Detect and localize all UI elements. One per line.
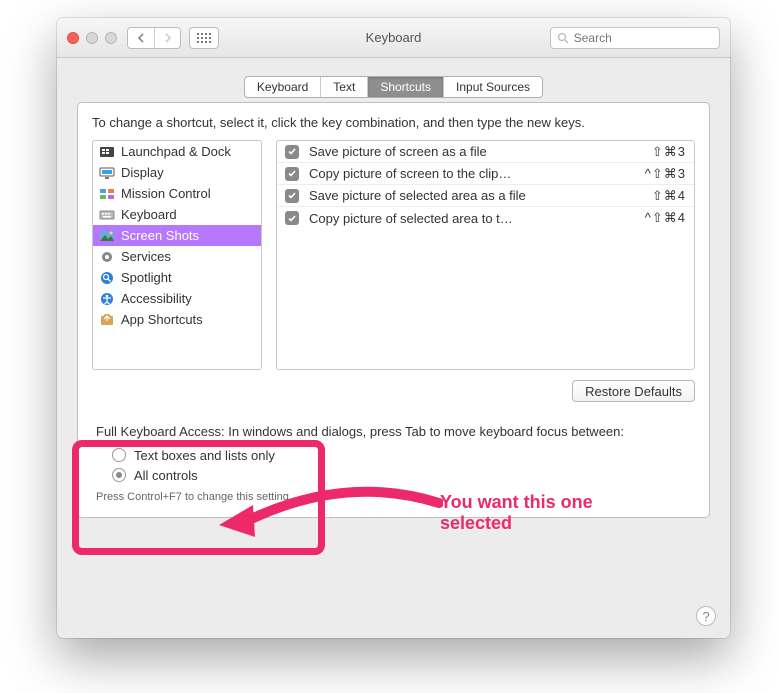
shortcut-row[interactable]: Copy picture of selected area to t… ^⇧⌘4 [277,207,694,229]
tab-input-sources[interactable]: Input Sources [443,77,542,97]
fka-hint: Press Control+F7 to change this setting. [96,491,691,503]
category-label: Mission Control [121,186,211,201]
shortcut-desc: Copy picture of selected area to t… [309,211,635,226]
shortcut-checkbox[interactable] [285,211,299,225]
tabs-wrap: Keyboard Text Shortcuts Input Sources [77,76,710,98]
shortcut-checkbox[interactable] [285,167,299,181]
launchpad-icon [99,145,115,159]
shortcuts-panel: To change a shortcut, select it, click t… [77,102,710,518]
category-mission-control[interactable]: Mission Control [93,183,261,204]
category-label: Spotlight [121,270,172,285]
search-icon [557,32,568,44]
category-screen-shots[interactable]: Screen Shots [93,225,261,246]
fka-header: Full Keyboard Access: In windows and dia… [96,424,691,439]
accessibility-icon [99,292,115,306]
category-list[interactable]: Launchpad & Dock Display Mission Control… [92,140,262,370]
tab-keyboard[interactable]: Keyboard [245,77,320,97]
shortcut-checkbox[interactable] [285,189,299,203]
intro-text: To change a shortcut, select it, click t… [92,115,695,130]
full-keyboard-access-section: Full Keyboard Access: In windows and dia… [92,424,695,503]
window-controls [67,32,117,44]
titlebar: Keyboard [57,18,730,58]
content-area: Keyboard Text Shortcuts Input Sources To… [57,58,730,528]
category-display[interactable]: Display [93,162,261,183]
shortcut-keys[interactable]: ⇧⌘4 [652,188,686,204]
radio-button-icon [112,448,126,462]
search-field-wrap [550,27,720,49]
shortcut-list[interactable]: Save picture of screen as a file ⇧⌘3 Cop… [276,140,695,370]
show-all-button[interactable] [189,27,219,49]
radio-label: Text boxes and lists only [134,448,275,463]
nav-back-button[interactable] [128,28,154,48]
fka-radio-all-controls[interactable]: All controls [112,465,691,485]
help-button[interactable]: ? [696,606,716,626]
category-label: Keyboard [121,207,177,222]
shortcut-desc: Copy picture of screen to the clip… [309,166,635,181]
tab-shortcuts[interactable]: Shortcuts [367,77,443,97]
category-label: Services [121,249,171,264]
radio-button-icon [112,468,126,482]
category-label: Launchpad & Dock [121,144,231,159]
shortcut-keys[interactable]: ^⇧⌘4 [645,210,686,226]
shortcut-desc: Save picture of selected area as a file [309,188,642,203]
fka-radio-group: Text boxes and lists only All controls [96,445,691,485]
shortcut-row[interactable]: Save picture of selected area as a file … [277,185,694,207]
category-label: Display [121,165,164,180]
shortcut-keys[interactable]: ^⇧⌘3 [645,166,686,182]
shortcut-row[interactable]: Save picture of screen as a file ⇧⌘3 [277,141,694,163]
radio-label: All controls [134,468,198,483]
category-launchpad-dock[interactable]: Launchpad & Dock [93,141,261,162]
minimize-window-button[interactable] [86,32,98,44]
category-keyboard[interactable]: Keyboard [93,204,261,225]
preferences-window: Keyboard Keyboard Text Shortcuts Input S… [57,18,730,638]
nav-forward-button[interactable] [154,28,180,48]
display-icon [99,166,115,180]
category-accessibility[interactable]: Accessibility [93,288,261,309]
keyboard-icon [99,208,115,222]
shortcut-checkbox[interactable] [285,145,299,159]
category-label: App Shortcuts [121,312,203,327]
close-window-button[interactable] [67,32,79,44]
nav-back-forward [127,27,181,49]
screenshots-icon [99,229,115,243]
category-label: Screen Shots [121,228,199,243]
category-services[interactable]: Services [93,246,261,267]
category-label: Accessibility [121,291,192,306]
tab-text[interactable]: Text [320,77,367,97]
fka-radio-text-boxes[interactable]: Text boxes and lists only [112,445,691,465]
spotlight-icon [99,271,115,285]
app-shortcuts-icon [99,313,115,327]
mission-control-icon [99,187,115,201]
gear-icon [99,250,115,264]
search-input[interactable] [574,31,713,45]
restore-defaults-button[interactable]: Restore Defaults [572,380,695,402]
tab-bar: Keyboard Text Shortcuts Input Sources [244,76,543,98]
shortcut-row[interactable]: Copy picture of screen to the clip… ^⇧⌘3 [277,163,694,185]
category-spotlight[interactable]: Spotlight [93,267,261,288]
category-app-shortcuts[interactable]: App Shortcuts [93,309,261,330]
shortcut-desc: Save picture of screen as a file [309,144,642,159]
zoom-window-button[interactable] [105,32,117,44]
shortcut-keys[interactable]: ⇧⌘3 [652,144,686,160]
